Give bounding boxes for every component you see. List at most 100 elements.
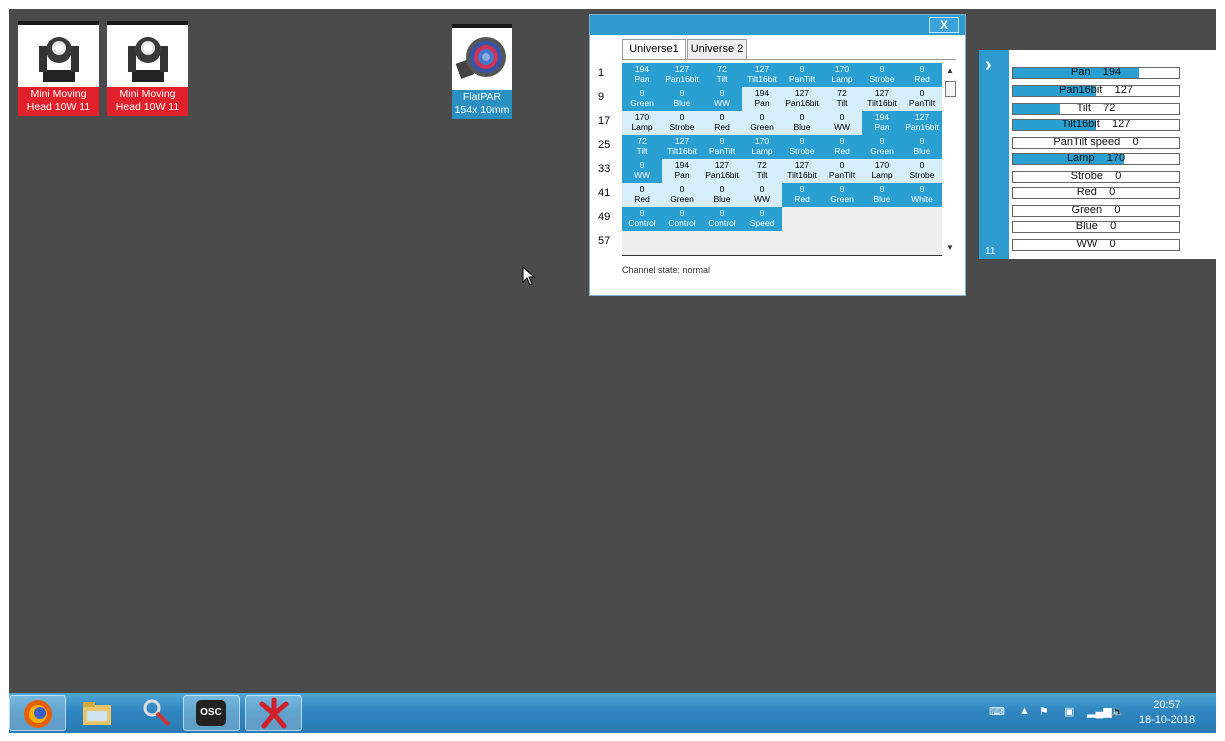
- close-button[interactable]: X: [929, 17, 959, 33]
- system-clock[interactable]: 20:57 18-10-2018: [1134, 698, 1200, 728]
- scroll-up-icon[interactable]: ▲: [946, 66, 954, 75]
- volume-icon[interactable]: 🔈: [1111, 705, 1125, 718]
- dmx-channel-cell[interactable]: 170 Lamp: [822, 63, 862, 87]
- dmx-channel-cell[interactable]: 0 Green: [622, 87, 662, 111]
- dmx-channel-cell[interactable]: 0 Red: [622, 183, 662, 207]
- dmx-channel-cell[interactable]: 0 Blue: [782, 111, 822, 135]
- dmx-channel-cell[interactable]: 0 WW: [822, 111, 862, 135]
- dmx-channel-cell[interactable]: 0 Red: [782, 183, 822, 207]
- channel-function: Strobe: [909, 170, 935, 180]
- dmx-channel-cell[interactable]: 0 Strobe: [902, 159, 942, 183]
- dmx-channel-cell[interactable]: 0 WW: [622, 159, 662, 183]
- flag-icon[interactable]: ⚑: [1039, 705, 1049, 718]
- dmx-channel-cell[interactable]: 72 Tilt: [702, 63, 742, 87]
- dmx-channel-cell[interactable]: 0 Blue: [902, 135, 942, 159]
- dmx-channel-cell[interactable]: 170 Lamp: [742, 135, 782, 159]
- taskbar-tool[interactable]: [129, 695, 186, 731]
- dmx-channel-cell[interactable]: 127 Tilt16bit: [742, 63, 782, 87]
- dmx-channel-cell[interactable]: 0 PanTilt: [702, 135, 742, 159]
- dmx-channel-cell[interactable]: 0 Strobe: [862, 63, 902, 87]
- dmx-channel-cell[interactable]: 127 Pan16bit: [782, 87, 822, 111]
- channel-value: 0: [639, 160, 645, 170]
- fixture-mini-moving-head-1[interactable]: Mini Moving Head 10W 11: [18, 21, 99, 116]
- dmx-channel-cell[interactable]: 0 Strobe: [782, 135, 822, 159]
- dmx-channel-cell[interactable]: 127 Pan16bit: [702, 159, 742, 183]
- channel-level-bar[interactable]: Green 0: [1012, 205, 1180, 217]
- dmx-channel-cell[interactable]: 194 Pan: [622, 63, 662, 87]
- dmx-channel-cell[interactable]: 0 Speed: [742, 207, 782, 231]
- channel-level-bar[interactable]: Lamp 170: [1012, 153, 1180, 165]
- dmx-channel-cell[interactable]: 0 Green: [822, 183, 862, 207]
- channel-value: 0: [679, 112, 685, 122]
- chevron-right-icon[interactable]: ›: [985, 54, 992, 77]
- dmx-channel-cell[interactable]: 170 Lamp: [622, 111, 662, 135]
- channel-level-bar[interactable]: PanTilt speed 0: [1012, 137, 1180, 149]
- dmx-channel-cell[interactable]: 0 Blue: [862, 183, 902, 207]
- device-icon[interactable]: ▣: [1064, 705, 1074, 718]
- dmx-channel-cell[interactable]: 194 Pan: [662, 159, 702, 183]
- dmx-channel-cell[interactable]: 127 Pan16bit: [662, 63, 702, 87]
- channel-level-text: Pan 194: [1013, 68, 1179, 78]
- dmx-channel-cell[interactable]: 0 WW: [742, 183, 782, 207]
- channel-level-bar[interactable]: Tilt 72: [1012, 103, 1180, 115]
- network-signal-icon[interactable]: ▂▄▆: [1087, 705, 1112, 718]
- channel-function: Pan16bit: [665, 74, 699, 84]
- channel-level-bar[interactable]: Tilt16bit 127: [1012, 119, 1180, 131]
- dmx-channel-cell[interactable]: 72 Tilt: [742, 159, 782, 183]
- dmx-channel-cell[interactable]: 72 Tilt: [622, 135, 662, 159]
- keyboard-icon[interactable]: ⌨: [989, 705, 1005, 718]
- channel-function: WW: [753, 194, 771, 204]
- taskbar-file-explorer[interactable]: [69, 695, 126, 731]
- taskbar-lighting-app[interactable]: [245, 695, 302, 731]
- window-titlebar[interactable]: X: [590, 15, 965, 35]
- dmx-channel-cell[interactable]: 0 PanTilt: [822, 159, 862, 183]
- dmx-channel-cell[interactable]: 72 Tilt: [822, 87, 862, 111]
- channel-value: 0: [759, 184, 765, 194]
- fixture-flatpar[interactable]: FlatPAR 154x 10mm: [452, 24, 512, 119]
- dmx-channel-cell[interactable]: 194 Pan: [742, 87, 782, 111]
- dmx-channel-cell[interactable]: 0 PanTilt: [782, 63, 822, 87]
- dmx-channel-cell[interactable]: 127 Pan16bit: [902, 111, 942, 135]
- dmx-channel-cell[interactable]: 0 Red: [822, 135, 862, 159]
- taskbar-firefox[interactable]: [9, 695, 66, 731]
- channel-grid-scrollbar[interactable]: ▲ ▼: [944, 63, 957, 255]
- channel-level-bar[interactable]: Blue 0: [1012, 221, 1180, 233]
- channel-level-bar[interactable]: Pan16bit 127: [1012, 85, 1180, 97]
- dmx-channel-cell[interactable]: 0 Strobe: [662, 111, 702, 135]
- dmx-channel-cell[interactable]: 0 Green: [742, 111, 782, 135]
- channel-value: 127: [914, 112, 930, 122]
- fixture-mini-moving-head-2[interactable]: Mini Moving Head 10W 11: [107, 21, 188, 116]
- dmx-channel-cell[interactable]: 170 Lamp: [862, 159, 902, 183]
- dmx-channel-cell[interactable]: 0 Blue: [702, 183, 742, 207]
- dmx-channel-cell[interactable]: 0 Blue: [662, 87, 702, 111]
- tab-universe1[interactable]: Universe1: [622, 39, 686, 61]
- dmx-channel-cell[interactable]: 0 White: [902, 183, 942, 207]
- channel-level-bar[interactable]: Red 0: [1012, 187, 1180, 199]
- tab-universe2[interactable]: Universe 2: [687, 39, 747, 60]
- dmx-channel-cell[interactable]: 0 Red: [902, 63, 942, 87]
- scroll-down-icon[interactable]: ▼: [946, 243, 954, 252]
- dmx-channel-cell[interactable]: 0 Green: [662, 183, 702, 207]
- channel-value: 194: [754, 88, 770, 98]
- taskbar: OSC ⌨ ▲ ⚑ ▣ ▂▄▆ 🔈 20:57 18-10-2018: [9, 693, 1216, 733]
- dmx-channel-cell[interactable]: 194 Pan: [862, 111, 902, 135]
- dmx-channel-cell[interactable]: 0 Control: [702, 207, 742, 231]
- scroll-thumb[interactable]: [945, 81, 956, 97]
- channel-function: Control: [708, 218, 736, 228]
- dmx-channel-cell[interactable]: 127 Tilt16bit: [782, 159, 822, 183]
- show-hidden-icons-icon[interactable]: ▲: [1019, 705, 1030, 717]
- fixture-label-line2: Head 10W 11: [26, 101, 91, 113]
- dmx-channel-cell[interactable]: 0 Control: [622, 207, 662, 231]
- channel-level-text: Strobe 0: [1013, 172, 1179, 182]
- taskbar-osc[interactable]: OSC: [183, 695, 240, 731]
- dmx-channel-cell[interactable]: 0 Control: [662, 207, 702, 231]
- dmx-channel-cell[interactable]: 0 WW: [702, 87, 742, 111]
- dmx-channel-cell[interactable]: 0 Red: [702, 111, 742, 135]
- channel-level-bar[interactable]: Pan 194: [1012, 67, 1180, 79]
- dmx-channel-cell[interactable]: 127 Tilt16bit: [662, 135, 702, 159]
- channel-level-bar[interactable]: WW 0: [1012, 239, 1180, 251]
- dmx-channel-cell[interactable]: 0 PanTilt: [902, 87, 942, 111]
- channel-level-bar[interactable]: Strobe 0: [1012, 171, 1180, 183]
- dmx-channel-cell[interactable]: 127 Tilt16bit: [862, 87, 902, 111]
- dmx-channel-cell[interactable]: 0 Green: [862, 135, 902, 159]
